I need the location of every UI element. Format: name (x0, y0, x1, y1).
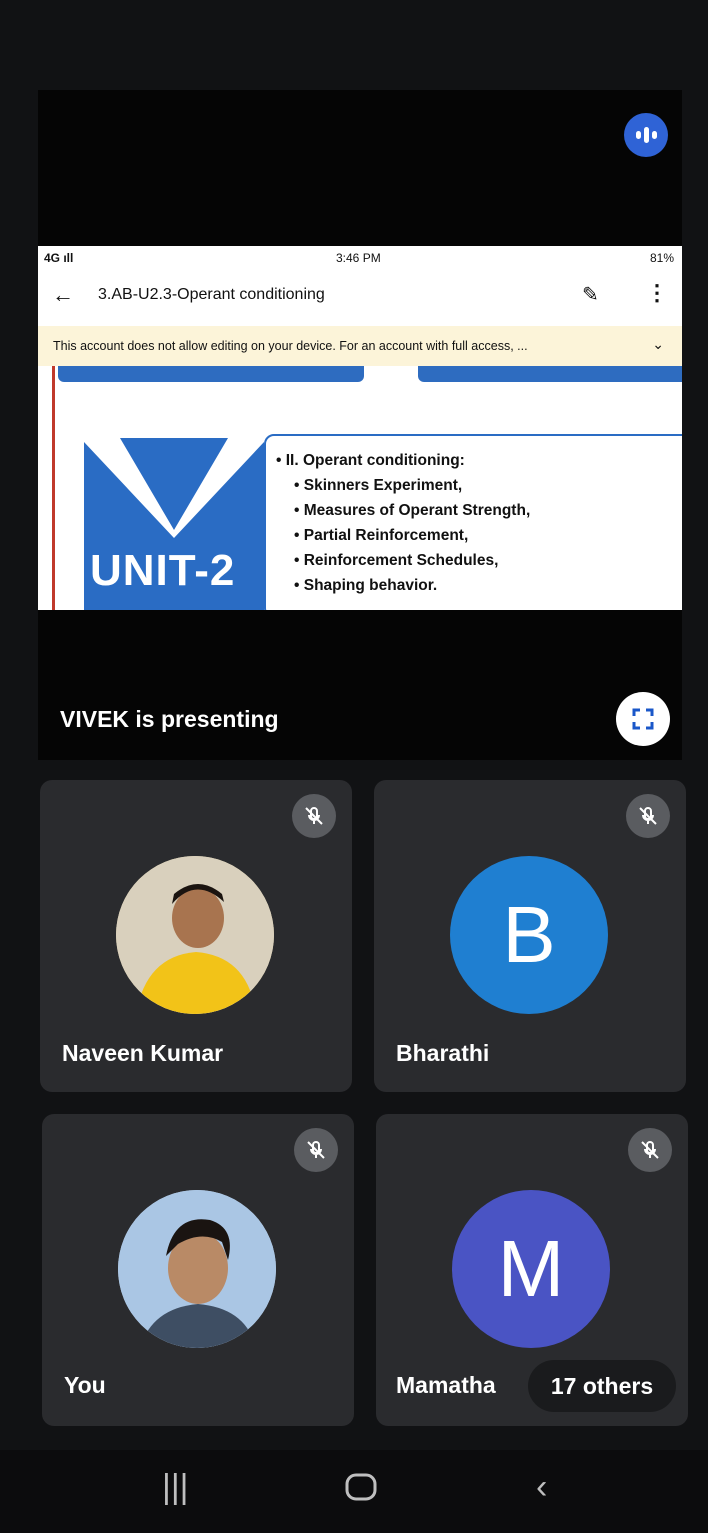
signal-text: 4G ıll (44, 251, 74, 265)
topic-list: • II. Operant conditioning: • Skinners E… (276, 448, 530, 598)
warning-text: This account does not allow editing on y… (53, 339, 528, 353)
more-options-icon: ⋮ (646, 280, 668, 305)
edit-warning-banner: This account does not allow editing on y… (38, 326, 682, 366)
fullscreen-button[interactable] (616, 692, 670, 746)
participant-tile[interactable]: B Bharathi (374, 780, 686, 1092)
topic-item: • Partial Reinforcement, (294, 527, 469, 544)
edit-pencil-icon: ✎ (582, 284, 599, 306)
topic-item: • Shaping behavior. (294, 577, 438, 594)
participant-tile[interactable]: Naveen Kumar (40, 780, 352, 1092)
slide: UNIT-2 • II. Operant conditioning: • Ski… (38, 366, 682, 610)
slide-margin-line (52, 366, 55, 610)
mic-off-icon (292, 794, 336, 838)
topic-item: • Skinners Experiment, (294, 477, 463, 494)
shared-status-bar: 4G ıll 3:46 PM 81% (38, 246, 682, 270)
participant-name: Mamatha (396, 1372, 496, 1398)
mic-off-icon (626, 794, 670, 838)
system-nav-bar: ||| ‹ (0, 1450, 708, 1533)
topic-item: • Measures of Operant Strength, (294, 502, 531, 519)
doc-toolbar: ← 3.AB-U2.3-Operant conditioning ✎ ⋮ (38, 270, 682, 320)
back-arrow-icon: ← (52, 282, 74, 307)
others-count-button[interactable]: 17 others (528, 1360, 676, 1412)
avatar: M (452, 1190, 610, 1348)
mic-off-icon (294, 1128, 338, 1172)
avatar (116, 856, 274, 1014)
fullscreen-icon (632, 708, 654, 730)
battery-text: 81% (649, 251, 674, 265)
home-icon[interactable] (344, 1472, 378, 1511)
shared-screen: 4G ıll 3:46 PM 81% ← 3.AB-U2.3-Operant c… (38, 246, 682, 610)
back-icon[interactable]: ‹ (536, 1468, 547, 1507)
unit-label: UNIT-2 (90, 546, 236, 595)
mic-off-icon (628, 1128, 672, 1172)
slide-header-shape (58, 366, 364, 382)
presenting-label: VIVEK is presenting (60, 706, 279, 732)
doc-title: 3.AB-U2.3-Operant conditioning (98, 286, 325, 303)
participant-tile[interactable]: You (42, 1114, 354, 1426)
speaking-indicator-icon (624, 113, 668, 157)
avatar (118, 1190, 276, 1348)
recent-apps-icon[interactable]: ||| (162, 1468, 189, 1507)
chevron-down-icon: ⌄ (652, 336, 664, 352)
avatar: B (450, 856, 608, 1014)
topic-heading: • II. Operant conditioning: (276, 452, 465, 469)
participant-name: Bharathi (396, 1040, 490, 1066)
status-time: 3:46 PM (336, 251, 381, 265)
slide-header-shape-2 (418, 366, 682, 382)
participant-name: You (64, 1372, 106, 1398)
participant-name: Naveen Kumar (62, 1040, 224, 1066)
topic-item: • Reinforcement Schedules, (294, 552, 499, 569)
